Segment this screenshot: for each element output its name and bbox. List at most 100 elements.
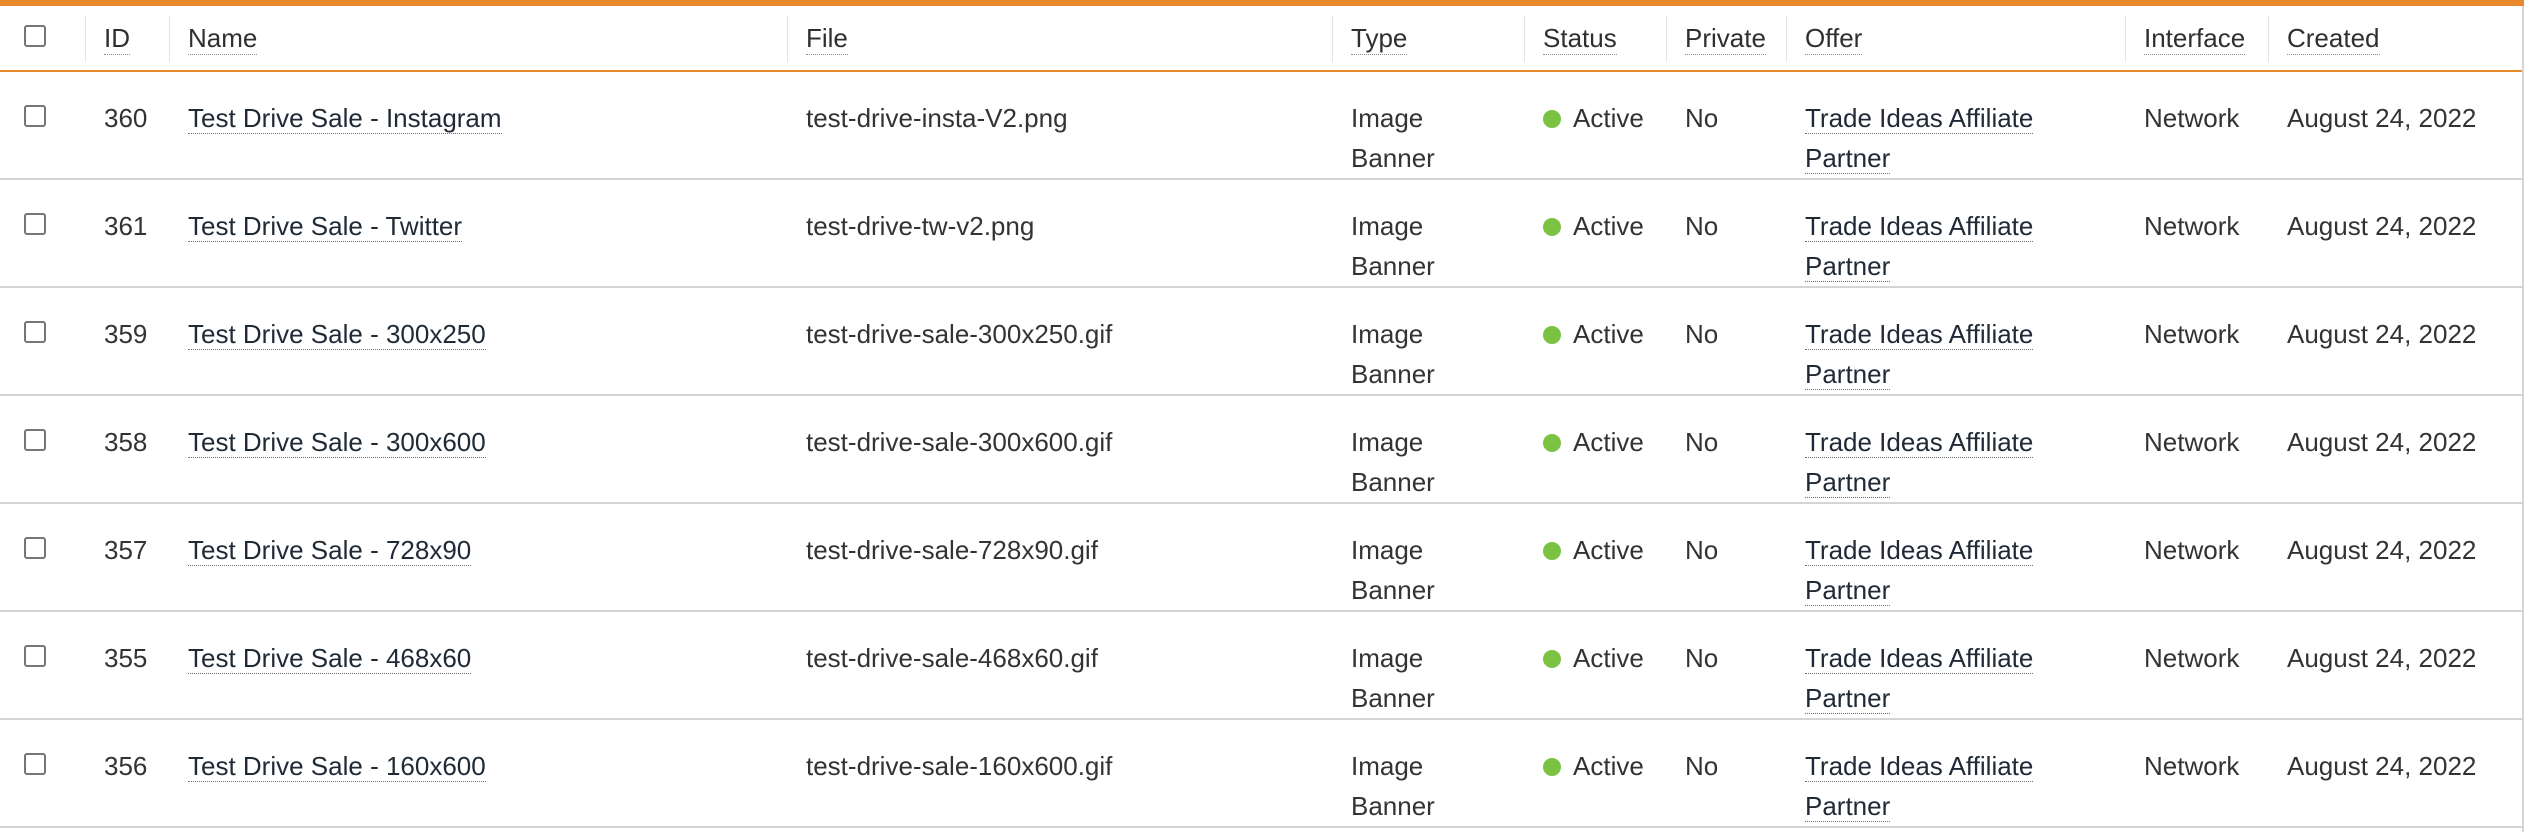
row-status: Active	[1573, 751, 1644, 781]
row-offer-link-line1[interactable]: Trade Ideas Affiliate	[1805, 535, 2034, 566]
row-file: test-drive-sale-728x90.gif	[788, 503, 1333, 612]
row-offer-cell: Trade Ideas Affiliate Partner	[1787, 179, 2126, 288]
row-file: test-drive-tw-v2.png	[788, 179, 1333, 288]
row-checkbox[interactable]	[24, 105, 46, 127]
row-select-cell	[0, 179, 86, 288]
row-offer-link-line1[interactable]: Trade Ideas Affiliate	[1805, 427, 2034, 458]
header-row: ID Name File Type Status Private Offer I…	[0, 6, 2524, 72]
row-checkbox[interactable]	[24, 537, 46, 559]
sort-status[interactable]: Status	[1543, 22, 1617, 55]
sort-interface[interactable]: Interface	[2144, 22, 2246, 55]
table-row: 361 Test Drive Sale - Twitter test-drive…	[0, 179, 2524, 288]
row-file: test-drive-sale-160x600.gif	[788, 719, 1333, 828]
row-interface: Network	[2126, 71, 2269, 180]
row-created: August 24, 2022	[2269, 395, 2524, 504]
row-offer-link-line1[interactable]: Trade Ideas Affiliate	[1805, 319, 2034, 350]
status-active-dot-icon	[1543, 110, 1561, 128]
row-name-cell: Test Drive Sale - 728x90	[170, 503, 788, 612]
sort-name[interactable]: Name	[188, 22, 258, 55]
row-id: 361	[86, 179, 170, 288]
row-checkbox[interactable]	[24, 753, 46, 775]
row-type-line2: Banner	[1351, 683, 1435, 713]
row-checkbox[interactable]	[24, 213, 46, 235]
row-file: test-drive-insta-V2.png	[788, 71, 1333, 180]
row-offer-link-line2[interactable]: Partner	[1805, 791, 1891, 822]
row-offer-cell: Trade Ideas Affiliate Partner	[1787, 719, 2126, 828]
header-type: Type	[1333, 6, 1525, 72]
row-offer-link-line1[interactable]: Trade Ideas Affiliate	[1805, 643, 2034, 674]
row-offer-link-line1[interactable]: Trade Ideas Affiliate	[1805, 103, 2034, 134]
row-select-cell	[0, 71, 86, 180]
row-name-link[interactable]: Test Drive Sale - 300x250	[188, 319, 486, 350]
row-created: August 24, 2022	[2269, 287, 2524, 396]
row-interface: Network	[2126, 611, 2269, 720]
row-select-cell	[0, 719, 86, 828]
creatives-table: ID Name File Type Status Private Offer I…	[0, 6, 2524, 828]
row-type-line2: Banner	[1351, 359, 1435, 389]
row-interface: Network	[2126, 287, 2269, 396]
row-type-cell: Image Banner	[1333, 395, 1525, 504]
row-type-cell: Image Banner	[1333, 179, 1525, 288]
sort-file[interactable]: File	[806, 22, 848, 55]
row-status-cell: Active	[1525, 503, 1667, 612]
row-name-cell: Test Drive Sale - 160x600	[170, 719, 788, 828]
row-checkbox[interactable]	[24, 429, 46, 451]
row-name-cell: Test Drive Sale - Instagram	[170, 71, 788, 180]
sort-type[interactable]: Type	[1351, 22, 1408, 55]
row-checkbox[interactable]	[24, 645, 46, 667]
row-type-line1: Image	[1351, 535, 1424, 565]
sort-created[interactable]: Created	[2287, 22, 2380, 55]
row-name-link[interactable]: Test Drive Sale - 300x600	[188, 427, 486, 458]
creatives-table-container: ID Name File Type Status Private Offer I…	[0, 6, 2524, 832]
row-status: Active	[1573, 319, 1644, 349]
row-type-cell: Image Banner	[1333, 503, 1525, 612]
row-offer-link-line2[interactable]: Partner	[1805, 467, 1891, 498]
row-type-cell: Image Banner	[1333, 719, 1525, 828]
row-type-cell: Image Banner	[1333, 71, 1525, 180]
row-interface: Network	[2126, 395, 2269, 504]
row-type-cell: Image Banner	[1333, 611, 1525, 720]
row-status-cell: Active	[1525, 179, 1667, 288]
row-status-cell: Active	[1525, 395, 1667, 504]
row-offer-link-line2[interactable]: Partner	[1805, 143, 1891, 174]
row-offer-cell: Trade Ideas Affiliate Partner	[1787, 287, 2126, 396]
row-created: August 24, 2022	[2269, 179, 2524, 288]
sort-private[interactable]: Private	[1685, 22, 1766, 55]
sort-offer[interactable]: Offer	[1805, 22, 1863, 55]
status-active-dot-icon	[1543, 650, 1561, 668]
row-offer-link-line2[interactable]: Partner	[1805, 359, 1891, 390]
row-file: test-drive-sale-468x60.gif	[788, 611, 1333, 720]
row-name-cell: Test Drive Sale - 468x60	[170, 611, 788, 720]
table-body: 360 Test Drive Sale - Instagram test-dri…	[0, 71, 2524, 828]
row-private: No	[1667, 719, 1787, 828]
row-id: 357	[86, 503, 170, 612]
row-private: No	[1667, 611, 1787, 720]
row-name-link[interactable]: Test Drive Sale - Instagram	[188, 103, 502, 134]
row-checkbox[interactable]	[24, 321, 46, 343]
row-name-link[interactable]: Test Drive Sale - 160x600	[188, 751, 486, 782]
row-private: No	[1667, 179, 1787, 288]
select-all-checkbox[interactable]	[24, 24, 46, 47]
row-offer-cell: Trade Ideas Affiliate Partner	[1787, 503, 2126, 612]
row-name-link[interactable]: Test Drive Sale - Twitter	[188, 211, 463, 242]
row-type-line1: Image	[1351, 643, 1424, 673]
row-offer-link-line1[interactable]: Trade Ideas Affiliate	[1805, 751, 2034, 782]
row-created: August 24, 2022	[2269, 719, 2524, 828]
row-type-line2: Banner	[1351, 575, 1435, 605]
header-offer: Offer	[1787, 6, 2126, 72]
row-offer-link-line2[interactable]: Partner	[1805, 683, 1891, 714]
header-select-all-cell	[0, 6, 86, 72]
row-name-link[interactable]: Test Drive Sale - 728x90	[188, 535, 472, 566]
row-offer-link-line2[interactable]: Partner	[1805, 251, 1891, 282]
row-select-cell	[0, 503, 86, 612]
row-file: test-drive-sale-300x600.gif	[788, 395, 1333, 504]
row-type-line2: Banner	[1351, 791, 1435, 821]
row-name-link[interactable]: Test Drive Sale - 468x60	[188, 643, 472, 674]
status-active-dot-icon	[1543, 434, 1561, 452]
row-offer-link-line2[interactable]: Partner	[1805, 575, 1891, 606]
row-offer-link-line1[interactable]: Trade Ideas Affiliate	[1805, 211, 2034, 242]
row-status-cell: Active	[1525, 611, 1667, 720]
sort-id[interactable]: ID	[104, 22, 130, 55]
row-type-line1: Image	[1351, 751, 1424, 781]
row-offer-cell: Trade Ideas Affiliate Partner	[1787, 71, 2126, 180]
